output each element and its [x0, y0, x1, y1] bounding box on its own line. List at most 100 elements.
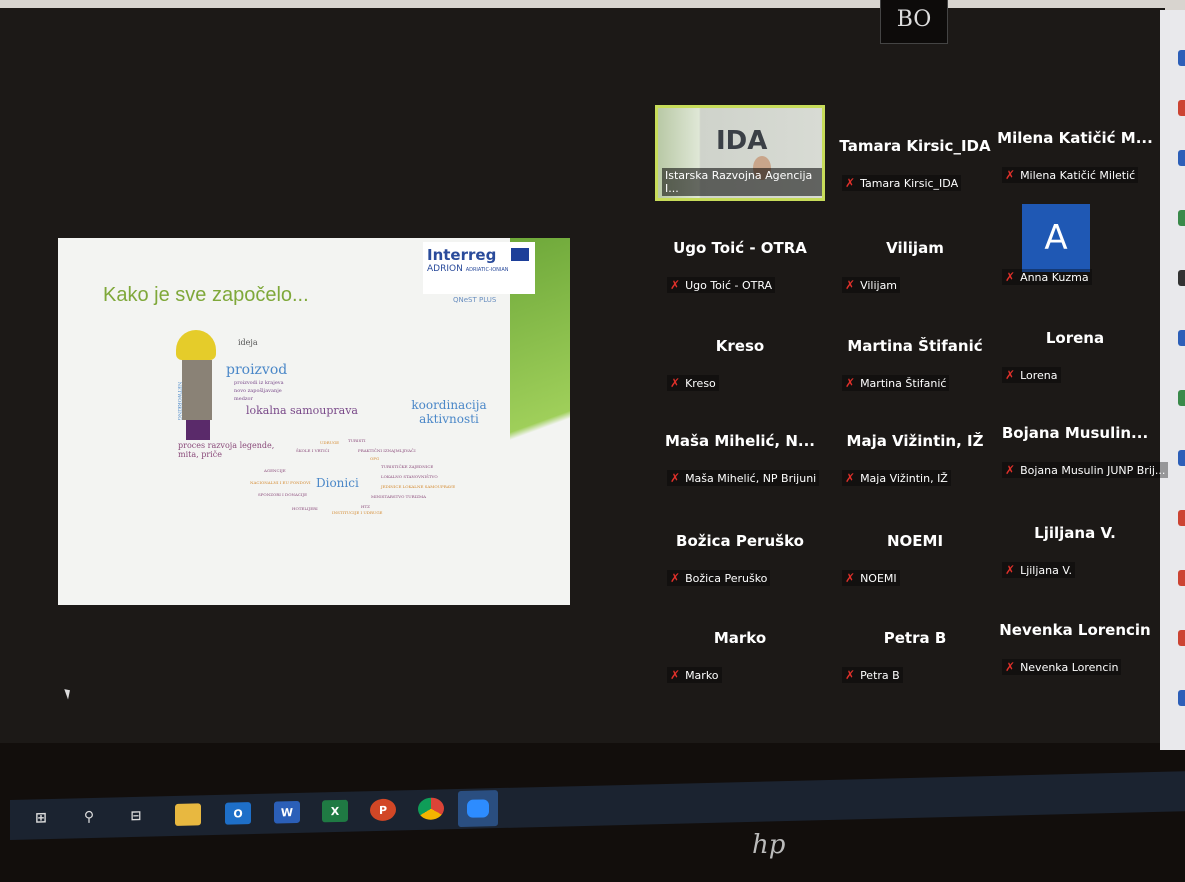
participant-tile[interactable]: Martina Štifanić ✗ Martina Štifanić	[830, 305, 1000, 401]
participant-name-label: ✗ Milena Katičić Miletić	[1002, 167, 1139, 183]
microphone-muted-icon: ✗	[670, 278, 681, 292]
participant-name: Tamara Kirsic_IDA	[860, 176, 959, 190]
slide-title: Kako je sve započelo...	[103, 284, 309, 306]
label-proizvod-sub-2: novo zapošljavanje	[234, 388, 282, 394]
participant-name-label: ✗ Maja Vižintin, IŽ	[842, 470, 951, 486]
eu-flag-icon	[511, 248, 529, 261]
microphone-muted-icon: ✗	[670, 668, 681, 682]
zoom-icon	[467, 799, 489, 818]
microphone-muted-icon: ✗	[845, 571, 856, 585]
participant-name-label: ✗ Petra B	[842, 667, 903, 683]
participant-name-label: ✗ Nevenka Lorencin	[1002, 659, 1122, 675]
participant-name: Milena Katičić Miletić	[1020, 168, 1136, 182]
participant-name: Nevenka Lorencin	[1020, 660, 1119, 674]
participant-tile[interactable]: Božica Peruško ✗ Božica Peruško	[655, 500, 825, 596]
participant-tile[interactable]: Ljiljana V. ✗ Ljiljana V.	[990, 492, 1160, 588]
participant-display-name: Petra B	[883, 629, 947, 647]
logo-subtext: ADRION	[427, 264, 463, 274]
participant-name: Ugo Toić - OTRA	[685, 278, 773, 292]
stakeholder-label: HOTELIJERI	[292, 506, 318, 511]
participant-name-label: ✗ Kreso	[667, 375, 719, 391]
participant-tile[interactable]: Nevenka Lorencin ✗ Nevenka Lorencin	[990, 589, 1160, 685]
stakeholder-label: SPONZORI I DONACIJE	[258, 492, 308, 497]
participant-display-name: Vilijam	[886, 239, 944, 257]
powerpoint-icon[interactable]: P	[370, 798, 396, 822]
participant-tile[interactable]: Milena Katičić M... ✗ Milena Katičić Milet…	[990, 97, 1160, 193]
participant-name-label: ✗ NOEMI	[842, 570, 900, 586]
stakeholder-label: MINISTARSTVO TURIZMA	[371, 494, 427, 499]
microphone-muted-icon: ✗	[1005, 368, 1016, 382]
stakeholder-label: NACIONALNI I EU FONDOVI	[250, 480, 311, 485]
participant-tile[interactable]: Petra B ✗ Petra B	[830, 597, 1000, 693]
interreg-logo: Interreg ADRION ADRIATIC-IONIAN	[423, 242, 535, 294]
participant-name-label: ✗ Bojana Musulin JUNP Brij...	[1002, 462, 1169, 478]
participant-tile[interactable]: NOEMI ✗ NOEMI	[830, 500, 1000, 596]
microphone-muted-icon: ✗	[1005, 563, 1016, 577]
task-view-icon[interactable]: ⊟	[123, 805, 149, 828]
microphone-muted-icon: ✗	[670, 376, 681, 390]
participant-tile[interactable]: Tamara Kirsic_IDA ✗ Tamara Kirsic_IDA	[830, 105, 1000, 201]
background-window-edge	[1160, 10, 1185, 750]
participant-display-name: Ljiljana V.	[1034, 524, 1116, 542]
stakeholder-label: JEDINICE LOKALNE SAMOUPRAVE	[381, 484, 456, 489]
microphone-muted-icon: ✗	[845, 278, 856, 292]
participant-display-name: Tamara Kirsic_IDA	[839, 137, 991, 155]
shared-screen-slide: Kako je sve započelo... Interreg ADRION …	[58, 238, 570, 605]
microphone-muted-icon: ✗	[845, 668, 856, 682]
participant-tile[interactable]: Kreso ✗ Kreso	[655, 305, 825, 401]
participant-display-name: Božica Peruško	[676, 532, 804, 550]
participant-name: Anna Kuzma	[1020, 270, 1089, 284]
outlook-icon[interactable]: O	[225, 802, 251, 825]
participant-tile[interactable]: Ugo Toić - OTRA ✗ Ugo Toić - OTRA	[655, 207, 825, 303]
participant-name-label: ✗ Vilijam	[842, 277, 901, 293]
participant-name: Kreso	[685, 376, 716, 390]
participant-name-label: ✗ Lorena	[1002, 367, 1061, 383]
microphone-muted-icon: ✗	[1005, 463, 1016, 477]
microphone-muted-icon: ✗	[670, 571, 681, 585]
participant-name: Božica Peruško	[685, 571, 768, 585]
stakeholder-label: TURISTI	[348, 438, 366, 443]
stakeholder-label: AGENCIJE	[264, 468, 286, 473]
project-name: QNeST PLUS	[453, 296, 497, 304]
brand-badge: BO	[880, 0, 948, 44]
participant-tile[interactable]: Lorena ✗ Lorena	[990, 297, 1160, 393]
participant-tile[interactable]: Vilijam ✗ Vilijam	[830, 207, 1000, 303]
participant-name-label: ✗ Marko	[667, 667, 722, 683]
participant-tile-active-speaker[interactable]: IDA Istarska Razvojna Agencija I...	[655, 105, 825, 201]
zoom-taskbar-button[interactable]	[458, 790, 498, 828]
participant-name-label: ✗ Ljiljana V.	[1002, 562, 1075, 578]
label-proizvod-sub-1: proizvodi iz krajeva	[234, 380, 284, 386]
file-explorer-icon[interactable]	[175, 803, 201, 826]
label-ideja: ideja	[238, 338, 258, 347]
windows-start-icon[interactable]: ⊞	[28, 807, 54, 830]
label-lokalna-samouprava: lokalna samouprava	[246, 404, 358, 417]
stakeholder-label: TURISTIČKE ZAJEDNICE	[381, 464, 434, 469]
participant-tile[interactable]: Maja Vižintin, IŽ ✗ Maja Vižintin, IŽ	[830, 400, 1000, 496]
label-proizvod-sub-3: medzor	[234, 396, 253, 402]
participant-display-name: Kreso	[715, 337, 765, 355]
participant-tile[interactable]: Marko ✗ Marko	[655, 597, 825, 693]
participant-display-name: Ugo Toić - OTRA	[673, 239, 807, 257]
participant-tile[interactable]: Bojana Musulin... ✗ Bojana Musulin JUNP Br…	[990, 392, 1169, 488]
stakeholder-label: OPG	[370, 456, 380, 461]
excel-icon[interactable]: X	[322, 799, 348, 823]
microphone-muted-icon: ✗	[1005, 168, 1016, 182]
participant-tile[interactable]: Maša Mihelić, N... ✗ Maša Mihelić, NP Brij…	[655, 400, 825, 496]
participant-display-name: Lorena	[1045, 329, 1105, 347]
stakeholder-label: LOKALNO STANOVNIŠTVO	[381, 474, 438, 479]
participant-display-name: Martina Štifanić	[847, 337, 983, 355]
label-proizvod: proizvod	[226, 362, 288, 378]
microphone-muted-icon: ✗	[845, 376, 856, 390]
hp-logo: hp	[752, 830, 786, 860]
participant-name-label: ✗ Ugo Toić - OTRA	[667, 277, 776, 293]
participant-display-name: Maša Mihelić, N...	[665, 432, 815, 450]
word-icon[interactable]: W	[274, 800, 300, 824]
chrome-icon[interactable]	[418, 797, 444, 821]
participant-tile[interactable]: A ✗ Anna Kuzma	[990, 199, 1160, 295]
participant-name-label: ✗ Anna Kuzma	[1002, 269, 1092, 285]
microphone-muted-icon: ✗	[670, 471, 681, 485]
search-icon[interactable]: ⚲	[76, 806, 102, 829]
participant-name: Ljiljana V.	[1020, 563, 1072, 577]
stakeholder-label: UDRUGE	[320, 440, 340, 445]
logo-region: ADRIATIC-IONIAN	[465, 267, 509, 273]
